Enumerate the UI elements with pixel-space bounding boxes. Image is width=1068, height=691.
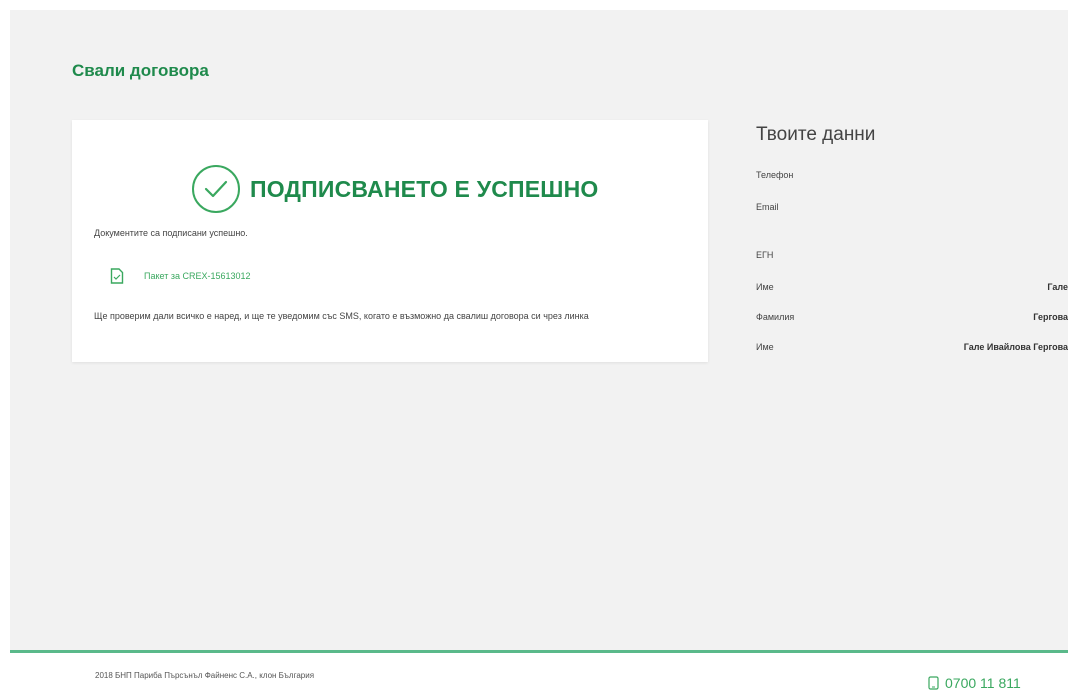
- field-label-phone: Телефон: [756, 170, 794, 180]
- footer-phone-link[interactable]: 0700 11 811: [928, 675, 1021, 691]
- document-package-link[interactable]: Пакет за CREX-15613012: [110, 268, 251, 284]
- field-value-full-name: Гале Ивайлова Гергова: [963, 342, 1068, 352]
- field-value-last-name: Гергова: [1033, 312, 1068, 322]
- field-label-last-name: Фамилия: [756, 312, 795, 322]
- your-data-title: Твоите данни: [756, 124, 876, 145]
- sms-info-text: Ще проверим дали всичко е наред, и ще те…: [94, 311, 589, 321]
- phone-icon: [928, 676, 939, 690]
- documents-signed-text: Документите са подписани успешно.: [94, 228, 248, 238]
- success-heading: ПОДПИСВАНЕТО Е УСПЕШНО: [192, 164, 599, 214]
- footer-phone-number: 0700 11 811: [945, 675, 1021, 691]
- success-title: ПОДПИСВАНЕТО Е УСПЕШНО: [250, 175, 599, 202]
- field-value-first-name: Гале: [1047, 282, 1068, 292]
- page-title: Свали договора: [72, 61, 209, 80]
- field-label-first-name: Име: [756, 282, 774, 292]
- field-label-full-name: Име: [756, 342, 774, 352]
- file-icon: [110, 268, 124, 284]
- result-card: ПОДПИСВАНЕТО Е УСПЕШНО Документите са по…: [72, 120, 708, 362]
- footer-divider: [10, 650, 1068, 653]
- footer-copyright: 2018 БНП Париба Пърсънъл Файненс С.А., к…: [95, 671, 315, 680]
- field-label-egn: ЕГН: [756, 250, 774, 260]
- document-link-label: Пакет за CREX-15613012: [144, 271, 251, 281]
- check-circle-icon: [192, 165, 240, 213]
- field-label-email: Email: [756, 202, 779, 212]
